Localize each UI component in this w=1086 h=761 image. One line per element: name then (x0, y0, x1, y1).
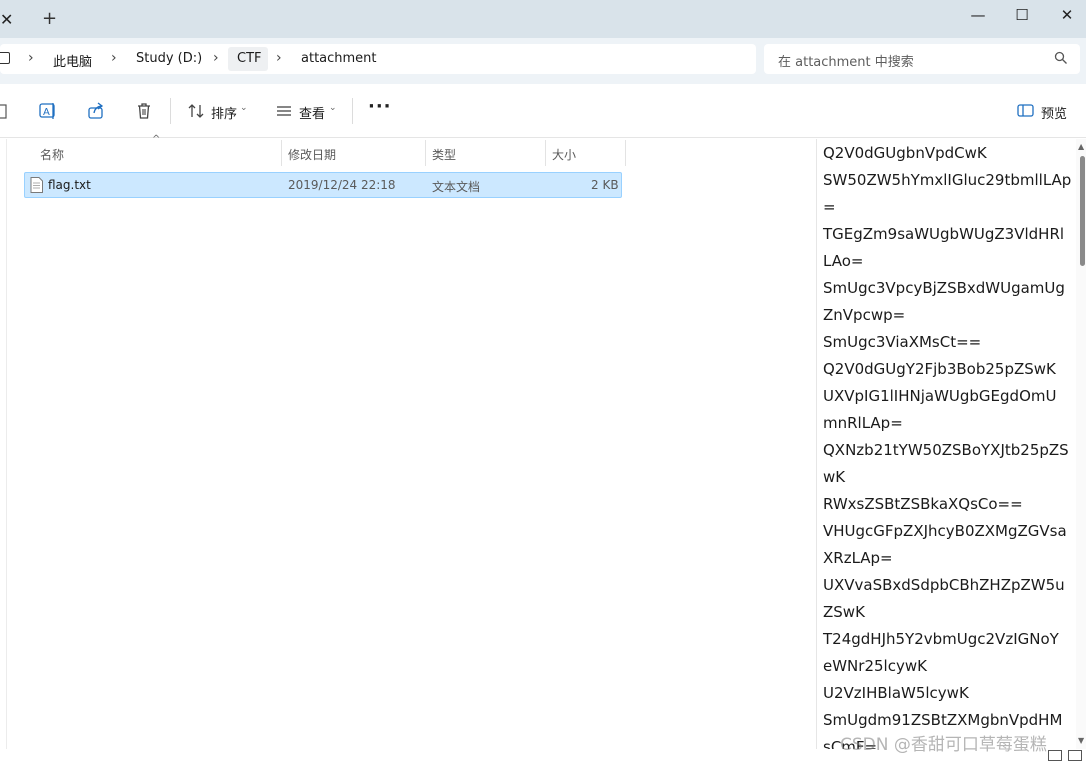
preview-text: Q2V0dGUgbnVpdCwK SW50ZW5hYmxlIGluc29tbmll… (817, 140, 1071, 749)
breadcrumb-study-drive[interactable]: Study (D:) (136, 51, 202, 66)
column-divider[interactable] (545, 140, 546, 166)
chevron-right-icon[interactable]: › (276, 50, 282, 66)
file-name[interactable]: flag.txt (48, 178, 91, 192)
sort-button[interactable]: 排序 (211, 103, 237, 122)
preview-button[interactable]: 预览 (1041, 103, 1067, 122)
preview-line: mnRlLAp= (823, 414, 903, 432)
new-tab-button[interactable]: + (42, 8, 57, 29)
preview-pane[interactable]: Q2V0dGUgbnVpdCwK SW50ZW5hYmxlIGluc29tbmll… (816, 139, 1076, 749)
column-header-modified[interactable]: 修改日期 (288, 146, 336, 163)
preview-line: T24gdHJh5Y2vbmUgc2VzIGNoY (823, 630, 1059, 648)
sort-ascending-icon: ^ (152, 134, 161, 145)
preview-line: LAo= (823, 252, 864, 270)
preview-line: TGEgZm9saWUgbWUgZ3VldHRl (823, 225, 1065, 243)
preview-line: UXVpIG1lIHNjaWUgbGEgdOmU (823, 387, 1057, 405)
scroll-down-icon[interactable]: ▼ (1078, 736, 1084, 745)
preview-line: = (823, 198, 836, 216)
preview-line: ZnVpcwp= (823, 306, 906, 324)
column-header-name[interactable]: 名称 (40, 146, 64, 163)
preview-line: eWNr25lcywK (823, 657, 927, 675)
sort-icon[interactable] (186, 101, 206, 121)
more-options-button[interactable]: ··· (368, 96, 392, 117)
rename-icon[interactable]: A (38, 101, 58, 121)
watermark-text: CSDN @香甜可口草莓蛋糕 (840, 735, 1047, 755)
preview-pane-icon[interactable] (1016, 101, 1036, 121)
navigation-pane[interactable] (0, 139, 7, 761)
paste-icon[interactable] (0, 101, 12, 121)
tiles-view-icon[interactable] (1068, 750, 1082, 761)
title-bar: ✕ + — ☐ ✕ (0, 0, 1086, 38)
column-divider[interactable] (281, 140, 282, 166)
preview-line: wK (823, 468, 846, 486)
preview-line: QXNzb21tYW50ZSBoYXJtb25pZS (823, 441, 1069, 459)
preview-line: SmUgc3VpcyBjZSBxdWUgamUg (823, 279, 1065, 297)
file-size: 2 KB (591, 178, 619, 192)
close-window-button[interactable]: ✕ (1044, 0, 1086, 30)
svg-text:A: A (43, 107, 50, 118)
preview-line: SW50ZW5hYmxlIGluc29tbmllLAp (823, 171, 1072, 189)
chevron-right-icon[interactable]: › (213, 50, 219, 66)
preview-line: SmUgc3ViaXMsCt== (823, 333, 982, 351)
column-divider[interactable] (425, 140, 426, 166)
address-row: › 此电脑 › Study (D:) › CTF › attachment 在 … (0, 38, 1086, 84)
view-icon[interactable] (274, 101, 294, 121)
search-icon[interactable] (1054, 51, 1068, 65)
preview-line: ZSwK (823, 603, 865, 621)
chevron-down-icon[interactable]: ⌄ (329, 103, 337, 113)
breadcrumb-ctf[interactable]: CTF (237, 51, 262, 66)
command-bar: A 排序 ⌄ 查看 ⌄ ··· 预览 (0, 84, 1086, 138)
search-box[interactable]: 在 attachment 中搜索 (764, 44, 1080, 74)
file-row[interactable]: flag.txt 2019/12/24 22:18 文本文档 2 KB (24, 172, 622, 198)
column-divider[interactable] (625, 140, 626, 166)
toolbar-divider (352, 98, 353, 124)
minimize-button[interactable]: — (955, 0, 1001, 30)
share-icon[interactable] (86, 101, 106, 121)
delete-icon[interactable] (134, 101, 154, 121)
breadcrumb-this-pc[interactable]: 此电脑 (53, 51, 92, 70)
chevron-right-icon[interactable]: › (111, 50, 117, 66)
file-type: 文本文档 (432, 180, 481, 194)
search-input[interactable]: 在 attachment 中搜索 (778, 51, 914, 70)
preview-line: VHUgcGFpZXJhcyB0ZXMgZGVsa (823, 522, 1067, 540)
text-file-icon (30, 177, 43, 193)
chevron-down-icon[interactable]: ⌄ (240, 103, 248, 113)
preview-line: Q2V0dGUgY2Fjb3Bob25pZSwK (823, 360, 1056, 378)
scroll-thumb[interactable] (1080, 156, 1085, 266)
toolbar-divider (170, 98, 171, 124)
scroll-up-icon[interactable]: ▲ (1078, 142, 1084, 151)
preview-line: U2VzIHBlaW5lcywK (823, 684, 969, 702)
address-bar[interactable]: › 此电脑 › Study (D:) › CTF › attachment (0, 44, 756, 74)
tab-close-icon[interactable]: ✕ (0, 10, 13, 29)
column-header-type[interactable]: 类型 (432, 146, 456, 163)
view-button[interactable]: 查看 (299, 103, 325, 122)
column-header-size[interactable]: 大小 (552, 146, 576, 163)
breadcrumb-attachment[interactable]: attachment (301, 51, 377, 66)
maximize-button[interactable]: ☐ (999, 0, 1045, 30)
preview-line: Q2V0dGUgbnVpdCwK (823, 144, 987, 162)
preview-line: UXVvaSBxdSdpbCBhZHZpZW5u (823, 576, 1065, 594)
chevron-right-icon[interactable]: › (28, 50, 34, 66)
this-pc-icon[interactable] (0, 52, 10, 64)
preview-line: RWxsZSBtZSBkaXQsCo== (823, 495, 1023, 513)
preview-line: XRzLAp= (823, 549, 893, 567)
details-view-icon[interactable] (1048, 750, 1062, 761)
file-modified: 2019/12/24 22:18 (288, 178, 396, 192)
